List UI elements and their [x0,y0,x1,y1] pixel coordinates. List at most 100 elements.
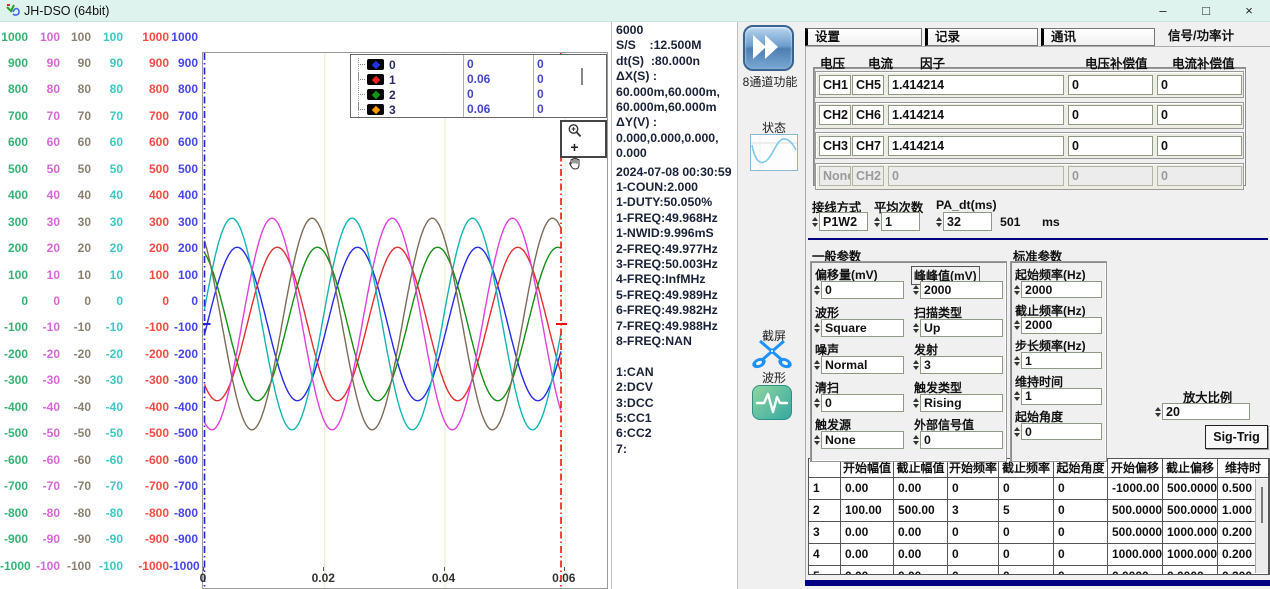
wiring-mode-decrement[interactable] [812,223,818,227]
tab-communication[interactable]: 通讯 [1041,28,1155,46]
channel-3-voltage-offset-field[interactable] [1068,136,1153,156]
channel-1-factor-field[interactable] [888,75,1064,95]
sequence-table-cell[interactable]: 0.00 [894,522,948,544]
channel-2-current-offset-field[interactable] [1157,105,1242,125]
pa-dt-increment[interactable] [936,217,942,221]
amplify-scale-decrement[interactable] [1155,413,1161,417]
sequence-table-cell[interactable]: 0.00 [894,478,948,500]
sequence-table-cell[interactable]: 1000.000 [1163,522,1218,544]
general-param-4-arrows[interactable] [812,356,821,374]
sig-trig-button[interactable]: Sig-Trig [1205,425,1268,449]
sequence-table-cell[interactable]: -1000.00 [1108,478,1163,500]
legend-scrollbar-thumb[interactable] [581,68,583,85]
standard-param-4-increment[interactable] [1014,427,1020,431]
general-param-6-decrement[interactable] [814,404,820,408]
standard-param-0-arrows[interactable] [1012,281,1021,298]
general-param-3-input[interactable] [920,319,1003,337]
general-param-5-decrement[interactable] [913,366,919,370]
sequence-table-cell[interactable]: 0.00 [841,544,894,566]
general-param-2-increment[interactable] [814,323,820,327]
maximize-button[interactable]: □ [1191,0,1221,22]
general-param-7-input[interactable] [920,394,1003,412]
sequence-table-cell[interactable]: 0 [999,544,1054,566]
general-param-9-input[interactable] [920,431,1003,449]
standard-param-0-increment[interactable] [1014,285,1020,289]
sequence-table-cell[interactable]: 500.0000 [1163,478,1218,500]
standard-param-1-increment[interactable] [1014,320,1020,324]
zoom-in-tool[interactable]: + [565,139,584,155]
general-param-6-arrows[interactable] [812,394,821,412]
standard-param-0-input[interactable] [1021,281,1102,298]
standard-param-2-decrement[interactable] [1014,362,1020,366]
general-param-7-arrows[interactable] [911,394,920,412]
sequence-table-cell[interactable]: 0.00 [894,566,948,575]
sequence-table-cell[interactable]: 0 [1054,544,1108,566]
general-param-7-increment[interactable] [913,398,919,402]
general-param-5-arrows[interactable] [911,356,920,374]
sequence-table-cell[interactable]: 1000.000 [1163,544,1218,566]
channel-2-voltage-offset-field[interactable] [1068,105,1153,125]
channel-3-voltage-field[interactable] [819,136,851,156]
standard-param-1-input[interactable] [1021,317,1102,334]
tab-settings[interactable]: 设置 [805,28,922,46]
standard-param-4-arrows[interactable] [1012,423,1021,440]
general-param-0-decrement[interactable] [814,291,820,295]
general-param-5-input[interactable] [920,356,1003,374]
standard-param-3-increment[interactable] [1014,391,1020,395]
sequence-table-cell[interactable]: 3 [948,500,999,522]
sequence-table-cell[interactable]: 0 [1054,500,1108,522]
general-param-6-input[interactable] [821,394,904,412]
tab-record[interactable]: 记录 [925,28,1038,46]
sequence-table-cell[interactable]: 0.0000 [1108,566,1163,575]
zoom-tool-icon[interactable] [565,123,584,139]
sequence-table-scrollbar[interactable] [1255,479,1268,573]
general-param-4-decrement[interactable] [814,366,820,370]
general-param-8-increment[interactable] [814,435,820,439]
sequence-table-cell[interactable]: 0 [999,566,1054,575]
pa-dt-arrows[interactable] [934,212,943,231]
general-param-9-arrows[interactable] [911,431,920,449]
channel-2-factor-field[interactable] [888,105,1064,125]
amplify-scale-arrows[interactable] [1153,403,1162,420]
standard-param-3-input[interactable] [1021,388,1102,405]
general-param-3-arrows[interactable] [911,319,920,337]
general-param-8-arrows[interactable] [812,431,821,449]
sequence-table-cell[interactable]: 0 [948,478,999,500]
channel-1-voltage-field[interactable] [819,75,851,95]
sequence-table-cell[interactable]: 0.00 [841,566,894,575]
sequence-table-cell[interactable]: 500.0000 [1163,500,1218,522]
standard-param-1-arrows[interactable] [1012,317,1021,334]
sequence-table-cell[interactable]: 0 [999,522,1054,544]
close-button[interactable]: × [1234,0,1264,22]
sequence-scrollbar-thumb[interactable] [1261,487,1263,523]
general-param-4-increment[interactable] [814,360,820,364]
standard-param-1-decrement[interactable] [1014,326,1020,330]
sequence-table-cell[interactable]: 0 [1054,478,1108,500]
general-param-2-arrows[interactable] [812,319,821,337]
sequence-table-cell[interactable]: 0 [948,522,999,544]
sequence-table-cell[interactable]: 0 [948,566,999,575]
waveform-button[interactable] [752,385,792,420]
wiring-mode-input[interactable] [819,212,868,231]
sequence-table-cell[interactable]: 500.0000 [1108,500,1163,522]
standard-param-0-decrement[interactable] [1014,291,1020,295]
sequence-table-cell[interactable]: 5 [999,500,1054,522]
sequence-table-cell[interactable]: 0.00 [841,478,894,500]
sequence-table-cell[interactable]: 0 [1054,522,1108,544]
standard-param-2-input[interactable] [1021,352,1102,369]
legend-row[interactable]: 200 [351,87,606,102]
general-param-0-input[interactable] [821,281,904,299]
general-param-8-decrement[interactable] [814,441,820,445]
channel-3-factor-field[interactable] [888,136,1064,156]
minimize-button[interactable]: – [1148,0,1178,22]
general-param-1-arrows[interactable] [911,281,920,299]
general-param-3-decrement[interactable] [913,329,919,333]
fast-forward-button[interactable] [743,25,794,71]
standard-param-4-input[interactable] [1021,423,1102,440]
general-param-9-decrement[interactable] [913,441,919,445]
general-param-2-input[interactable] [821,319,904,337]
general-param-3-increment[interactable] [913,323,919,327]
general-param-0-increment[interactable] [814,285,820,289]
general-param-8-input[interactable] [821,431,904,449]
sequence-table-cell[interactable]: 500.00 [894,500,948,522]
